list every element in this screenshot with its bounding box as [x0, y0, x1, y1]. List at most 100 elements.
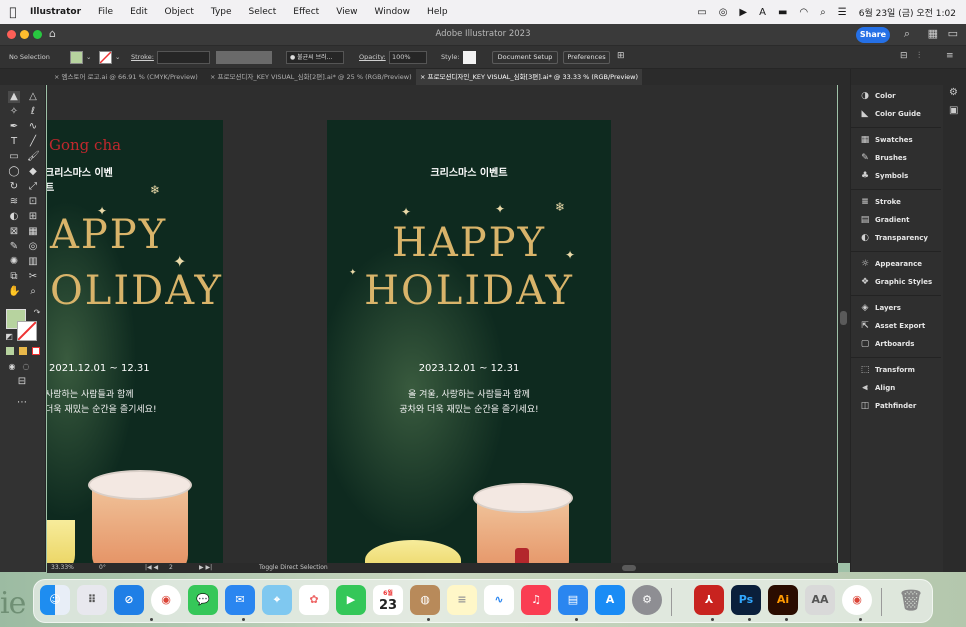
panel-item-appearance[interactable]: ☼ Appearance: [859, 257, 922, 271]
curvature-tool-icon[interactable]: ∿: [27, 121, 39, 133]
wifi-icon[interactable]: ◠: [799, 7, 808, 18]
acrobat-icon[interactable]: ⅄: [694, 585, 724, 615]
app-store-icon[interactable]: A: [595, 585, 625, 615]
menu-object[interactable]: Object: [156, 7, 202, 17]
panel-dock-header[interactable]: [851, 69, 966, 85]
properties-icon[interactable]: ⚙: [949, 87, 958, 98]
display-icon[interactable]: ▭: [697, 7, 706, 18]
menu-file[interactable]: File: [89, 7, 121, 17]
artboard-tool-icon[interactable]: ⧉: [8, 271, 20, 283]
music-icon[interactable]: ♫: [521, 585, 551, 615]
search-icon[interactable]: ⌕: [904, 27, 910, 41]
zoom-tool-icon[interactable]: ⌕: [27, 286, 39, 298]
maps-icon[interactable]: ⌖: [262, 585, 292, 615]
panel-item-swatches[interactable]: ▦ Swatches: [859, 133, 913, 147]
rotate-tool-icon[interactable]: ↻: [8, 181, 20, 193]
lasso-tool-icon[interactable]: ℓ: [27, 106, 39, 118]
tab-document-3[interactable]: × 프로모션디자인_KEY VISUAL_심화[3편].ai* @ 33.33 …: [416, 69, 642, 85]
panel-item-gradient[interactable]: ▤ Gradient: [859, 213, 910, 227]
shaper-tool-icon[interactable]: ◯: [8, 166, 20, 178]
screen-mode-icon[interactable]: ⊟: [16, 376, 28, 388]
mesh-tool-icon[interactable]: ⊠: [8, 226, 20, 238]
control-center-icon[interactable]: ☰: [838, 7, 847, 18]
graphic-style-swatch[interactable]: [463, 51, 476, 64]
eraser-tool-icon[interactable]: ◆: [27, 166, 39, 178]
artboard-number[interactable]: 2: [169, 564, 173, 571]
menu-window[interactable]: Window: [366, 7, 419, 17]
panel-item-symbols[interactable]: ♣ Symbols: [859, 169, 908, 183]
swap-fill-stroke-icon[interactable]: ↷: [31, 307, 43, 319]
freeform-icon[interactable]: ∿: [484, 585, 514, 615]
safari-icon[interactable]: ⊘: [114, 585, 144, 615]
symbol-sprayer-tool-icon[interactable]: ✺: [8, 256, 20, 268]
panel-item-pathfinder[interactable]: ◫ Pathfinder: [859, 399, 917, 413]
keynote-icon[interactable]: ▤: [558, 585, 588, 615]
slice-tool-icon[interactable]: ✂: [27, 271, 39, 283]
panel-menu-icon[interactable]: ≡: [946, 51, 954, 61]
illustrator-icon[interactable]: Ai: [768, 585, 798, 615]
panel-item-transparency[interactable]: ◐ Transparency: [859, 231, 928, 245]
photos-icon[interactable]: ✿: [299, 585, 329, 615]
spotlight-search-icon[interactable]: ⌕: [820, 7, 826, 18]
color-mode-icon[interactable]: [6, 347, 14, 355]
trash-icon[interactable]: 🗑: [896, 585, 926, 615]
panel-item-color[interactable]: ◑ Color: [859, 89, 896, 103]
vertical-scrollbar[interactable]: [838, 85, 850, 563]
gradient-mode-icon[interactable]: [19, 347, 27, 355]
opacity-label[interactable]: Opacity:: [359, 53, 386, 61]
preferences-button[interactable]: Preferences: [563, 51, 610, 64]
artboard-right[interactable]: 크리스마스 이벤트 HAPPY HOLIDAY ❄ ✦ ✦ ✦ ✦ 2023.1…: [327, 120, 611, 563]
panel-item-asset-export[interactable]: ⇱ Asset Export: [859, 319, 925, 333]
panel-item-layers[interactable]: ◈ Layers: [859, 301, 901, 315]
variable-width-profile[interactable]: [216, 51, 272, 64]
paintbrush-tool-icon[interactable]: 🖌: [27, 151, 40, 163]
line-tool-icon[interactable]: ╱: [27, 136, 39, 148]
panel-item-graphic-styles[interactable]: ❖ Graphic Styles: [859, 275, 932, 289]
draw-behind-icon[interactable]: ◌: [20, 361, 32, 373]
photoshop-icon[interactable]: Ps: [731, 585, 761, 615]
perspective-grid-tool-icon[interactable]: ⊞: [27, 211, 39, 223]
menu-view[interactable]: View: [327, 7, 365, 17]
chrome-icon[interactable]: ◉: [151, 585, 181, 615]
magic-wand-tool-icon[interactable]: ✧: [8, 106, 20, 118]
panel-item-artboards[interactable]: ▢ Artboards: [859, 337, 915, 351]
stroke-weight-field[interactable]: [157, 51, 210, 64]
stroke-color-box[interactable]: [17, 321, 37, 341]
stroke-label[interactable]: Stroke:: [131, 53, 154, 61]
menu-clock[interactable]: 6월 23일 (금) 오전 1:02: [859, 6, 956, 19]
libraries-icon[interactable]: ▣: [949, 105, 958, 116]
messages-icon[interactable]: 💬: [188, 585, 218, 615]
panel-item-align[interactable]: ⫷ Align: [859, 381, 895, 395]
draw-normal-icon[interactable]: ◉: [6, 361, 18, 373]
facetime-icon[interactable]: ▶: [336, 585, 366, 615]
apple-icon[interactable]: : [0, 5, 26, 19]
workspace-switcher-icon[interactable]: ▦: [928, 27, 938, 40]
launchpad-icon[interactable]: ⠿: [77, 585, 107, 615]
rectangle-tool-icon[interactable]: ▭: [8, 151, 20, 163]
direct-selection-tool-icon[interactable]: △: [27, 91, 39, 103]
notes-icon[interactable]: ≡: [447, 585, 477, 615]
chrome-icon[interactable]: ◉: [842, 585, 872, 615]
finder-icon[interactable]: ☺: [40, 585, 70, 615]
arrange-documents-icon[interactable]: ▭: [948, 27, 958, 40]
panel-item-transform[interactable]: ⬚ Transform: [859, 363, 915, 377]
calendar-icon[interactable]: 6월 23: [373, 585, 403, 615]
menu-edit[interactable]: Edit: [121, 7, 155, 17]
menu-type[interactable]: Type: [202, 7, 240, 17]
scroll-thumb[interactable]: [840, 311, 847, 325]
menu-app-name[interactable]: Illustrator: [26, 7, 89, 17]
stroke-swatch[interactable]: [99, 51, 112, 64]
scale-tool-icon[interactable]: ⤢: [27, 181, 39, 193]
fill-swatch[interactable]: [70, 51, 83, 64]
warp-tool-icon[interactable]: ≋: [8, 196, 20, 208]
creative-cloud-icon[interactable]: ◎: [719, 7, 728, 18]
contacts-icon[interactable]: ◍: [410, 585, 440, 615]
type-tool-icon[interactable]: T: [8, 136, 20, 148]
shape-builder-tool-icon[interactable]: ◐: [8, 211, 20, 223]
free-transform-tool-icon[interactable]: ⊡: [27, 196, 39, 208]
document-setup-button[interactable]: Document Setup: [492, 51, 558, 64]
share-button[interactable]: Share: [856, 27, 890, 43]
canvas-area[interactable]: Gong cha 크리스마스 이벤트 APPY OLIDAY ❄ ✦ ✦ 202…: [47, 85, 837, 563]
gradient-tool-icon[interactable]: ▦: [27, 226, 39, 238]
font-book-icon[interactable]: AA: [805, 585, 835, 615]
